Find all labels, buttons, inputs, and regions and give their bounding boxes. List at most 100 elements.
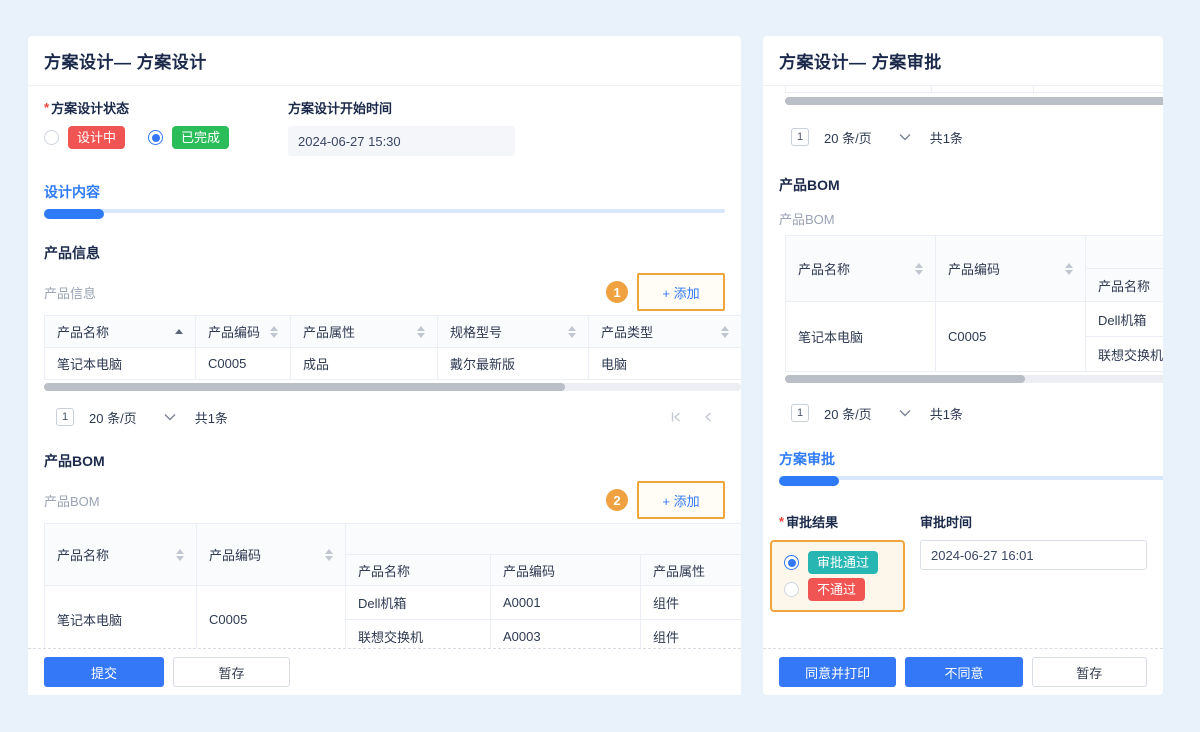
bom-col-header-product-name[interactable]: 产品名称 <box>45 524 197 586</box>
scrollbar-thumb[interactable] <box>44 383 565 391</box>
chevron-down-icon[interactable] <box>899 409 911 417</box>
bom-nested-header-spacer <box>1086 236 1164 269</box>
product-bom-heading: 产品BOM <box>779 175 1147 195</box>
sort-icon <box>325 549 333 561</box>
total-count: 共1条 <box>930 128 963 147</box>
approval-annotation-box: 审批通过 不通过 <box>770 540 905 612</box>
sort-icon <box>1065 263 1073 275</box>
col-header-product-name[interactable]: 产品名称 <box>45 316 196 348</box>
total-count: 共1条 <box>930 404 963 423</box>
bom-pagination: 1 20 条/页 共1条 <box>779 403 1147 423</box>
page-size-select[interactable]: 20 条/页 <box>89 408 137 427</box>
horizontal-scrollbar[interactable] <box>44 383 741 391</box>
current-page-box: 1 <box>791 404 809 422</box>
progress-track <box>44 209 725 213</box>
col-header-product-type[interactable]: 产品类型 <box>589 316 742 348</box>
radio-option-completed[interactable]: 已完成 <box>148 126 229 149</box>
tab-progress-bar <box>779 476 1147 486</box>
start-time-input[interactable]: 2024-06-27 15:30 <box>288 126 515 156</box>
annotation-marker-2: 2 <box>606 489 628 511</box>
submit-button[interactable]: 提交 <box>44 657 164 687</box>
bom-sub-header-name: 产品名称 <box>346 555 491 586</box>
sort-icon <box>417 326 425 338</box>
radio-unchecked-icon[interactable] <box>784 582 799 597</box>
page-title: 方案设计— 方案审批 <box>779 48 942 73</box>
product-info-heading: 产品信息 <box>44 243 725 263</box>
sort-icon <box>915 263 923 275</box>
required-asterisk: * <box>779 514 784 529</box>
tab-design-content[interactable]: 设计内容 <box>44 182 725 202</box>
clipped-table-row <box>785 86 1163 93</box>
status-badge-completed[interactable]: 已完成 <box>172 126 229 149</box>
approval-panel: 方案设计— 方案审批 1 20 条/页 共1条 产品BOM 产品BOM 产品名称… <box>763 36 1163 695</box>
bom-col-header-product-code[interactable]: 产品编码 <box>936 236 1086 302</box>
top-pagination: 1 20 条/页 共1条 <box>779 127 1147 147</box>
bom-sub-header-name: 产品名称 <box>1086 269 1164 302</box>
radio-unchecked-icon[interactable] <box>44 130 59 145</box>
approval-panel-header: 方案设计— 方案审批 <box>763 36 1163 86</box>
chevron-down-icon[interactable] <box>164 413 176 421</box>
tab-approval[interactable]: 方案审批 <box>779 449 1147 469</box>
approve-print-button[interactable]: 同意并打印 <box>779 657 896 687</box>
prev-page-icon[interactable] <box>701 410 715 424</box>
product-info-table: 产品名称 产品编码 产品属性 规格型号 <box>44 315 741 380</box>
sort-icon <box>568 326 576 338</box>
current-page-box: 1 <box>56 408 74 426</box>
approval-badge-pass[interactable]: 审批通过 <box>808 551 878 574</box>
current-page-box: 1 <box>791 128 809 146</box>
bom-col-header-product-name[interactable]: 产品名称 <box>786 236 936 302</box>
design-status-label: * 方案设计状态 <box>44 98 288 116</box>
reject-button[interactable]: 不同意 <box>905 657 1022 687</box>
chevron-down-icon[interactable] <box>899 133 911 141</box>
approval-panel-footer: 同意并打印 不同意 暂存 <box>763 648 1163 695</box>
start-time-label: 方案设计开始时间 <box>288 98 515 116</box>
product-info-pagination: 1 20 条/页 共1条 <box>44 407 725 427</box>
page-size-select[interactable]: 20 条/页 <box>824 404 872 423</box>
radio-checked-icon[interactable] <box>784 555 799 570</box>
design-panel-footer: 提交 暂存 <box>28 648 741 695</box>
table-row: 笔记本电脑 C0005 Dell机箱 <box>786 302 1164 337</box>
save-draft-button[interactable]: 暂存 <box>173 657 290 687</box>
progress-pill <box>779 476 839 486</box>
product-bom-subtitle: 产品BOM <box>779 209 1147 227</box>
product-bom-table: 产品名称 产品编码 产品名称 产品编码 产品属性 笔记本电脑 C0005 Del… <box>44 523 741 648</box>
tab-progress-bar <box>44 209 725 219</box>
design-panel-header: 方案设计— 方案设计 <box>28 36 741 86</box>
approval-result-label: * 审批结果 <box>779 512 920 530</box>
bom-sub-header-attr: 产品属性 <box>641 555 742 586</box>
approval-badge-fail[interactable]: 不通过 <box>808 578 865 601</box>
bom-col-header-product-code[interactable]: 产品编码 <box>197 524 346 586</box>
col-header-spec-model[interactable]: 规格型号 <box>438 316 589 348</box>
radio-checked-icon[interactable] <box>148 130 163 145</box>
approval-panel-body: 1 20 条/页 共1条 产品BOM 产品BOM 产品名称 产品编码 <box>763 86 1163 648</box>
scrollbar-thumb[interactable] <box>785 97 1163 105</box>
add-bom-button[interactable]: + 添加 <box>637 481 725 519</box>
product-info-subtitle: 产品信息 <box>44 283 96 302</box>
save-draft-button[interactable]: 暂存 <box>1032 657 1147 687</box>
sort-asc-icon <box>175 329 183 334</box>
design-status-radio-group: 设计中 已完成 <box>44 126 288 149</box>
radio-option-approved[interactable]: 审批通过 <box>784 551 891 574</box>
add-product-button[interactable]: + 添加 <box>637 273 725 311</box>
page-title: 方案设计— 方案设计 <box>44 48 207 73</box>
scrollbar-thumb[interactable] <box>785 375 1025 383</box>
first-page-icon[interactable] <box>669 410 683 424</box>
bom-sub-header-code: 产品编码 <box>491 555 641 586</box>
total-count: 共1条 <box>195 408 228 427</box>
horizontal-scrollbar[interactable] <box>785 375 1163 383</box>
product-bom-heading: 产品BOM <box>44 451 725 471</box>
col-header-product-attr[interactable]: 产品属性 <box>291 316 438 348</box>
status-badge-designing[interactable]: 设计中 <box>68 126 125 149</box>
product-bom-subtitle: 产品BOM <box>44 491 100 510</box>
bom-nested-header-spacer <box>346 524 742 555</box>
table-row: 笔记本电脑 C0005 Dell机箱 A0001 组件 <box>45 586 742 620</box>
page-size-select[interactable]: 20 条/页 <box>824 128 872 147</box>
horizontal-scrollbar[interactable] <box>785 97 1163 105</box>
radio-option-designing[interactable]: 设计中 <box>44 126 125 149</box>
approval-time-input[interactable]: 2024-06-27 16:01 <box>920 540 1147 570</box>
product-bom-table: 产品名称 产品编码 产品名称 笔记本电脑 C0005 Dell机箱 联想交换机 <box>785 235 1163 372</box>
radio-option-rejected[interactable]: 不通过 <box>784 578 891 601</box>
progress-pill <box>44 209 104 219</box>
design-panel: 方案设计— 方案设计 * 方案设计状态 设计中 已完成 <box>28 36 741 695</box>
col-header-product-code[interactable]: 产品编码 <box>196 316 291 348</box>
